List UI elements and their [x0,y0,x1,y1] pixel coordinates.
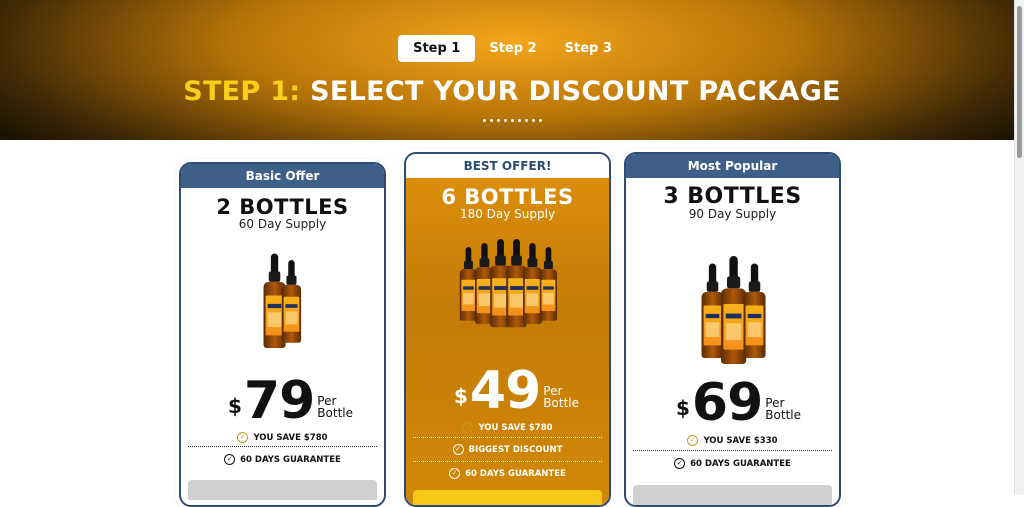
price-per-bottle: Per Bottle [543,384,579,410]
product-image [181,253,384,356]
divider [413,461,602,462]
package-supply: 90 Day Supply [688,207,777,221]
card-header: Basic Offer [181,164,384,188]
currency-symbol: $ [228,394,242,418]
product-image [626,246,839,366]
buy-now-button[interactable] [188,480,377,500]
price-amount: 49 [469,361,541,421]
scrollbar-thumb[interactable] [1017,6,1022,158]
check-circle-icon: ✓ [674,458,686,469]
price-amount: 69 [691,373,763,433]
guarantee-line: ✓ 60 DAYS GUARANTEE [406,468,609,479]
check-circle-icon: ✓ [462,422,474,433]
package-supply: 60 Day Supply [238,217,327,231]
package-title: 2 BOTTLES [216,195,349,219]
divider [413,437,602,438]
card-header: Most Popular [626,154,839,178]
package-card-popular[interactable]: Most Popular 3 BOTTLES 90 Day Supply $ 6… [624,152,841,507]
discount-line: ✓ BIGGEST DISCOUNT [406,444,609,455]
divider [633,450,832,451]
tab-step-3[interactable]: Step 3 [551,35,626,62]
price: $ 69 Per Bottle [676,373,801,433]
guarantee-line: ✓ 60 DAYS GUARANTEE [181,454,384,465]
guarantee-line: ✓ 60 DAYS GUARANTEE [626,458,839,469]
bottle-icon [281,260,302,352]
page-title-step: STEP 1: [183,76,301,107]
package-card-best[interactable]: BEST OFFER! 6 BOTTLES 180 Day Supply $ 4… [404,152,611,507]
check-circle-icon: ✓ [237,432,249,443]
savings-line: ✓ YOU SAVE $780 [181,432,384,443]
savings-line: ✓ YOU SAVE $330 [626,435,839,446]
check-circle-icon: ✓ [224,454,236,465]
savings-line: ✓ YOU SAVE $780 [406,422,609,433]
bottle-icon [538,247,557,329]
price-per-bottle: Per Bottle [317,394,353,420]
page-title: STEP 1: SELECT YOUR DISCOUNT PACKAGE [0,76,1024,107]
buy-now-button[interactable] [413,490,602,505]
price: $ 49 Per Bottle [454,361,579,421]
hero-banner: Step 1 Step 2 Step 3 STEP 1: SELECT YOUR… [0,0,1024,140]
price-per-bottle: Per Bottle [765,396,801,422]
page-title-text: SELECT YOUR DISCOUNT PACKAGE [310,76,841,107]
card-body: 6 BOTTLES 180 Day Supply $ 49 Per Bottle … [406,178,609,505]
tab-step-1[interactable]: Step 1 [398,35,476,62]
price: $ 79 Per Bottle [228,371,353,431]
step-nav: Step 1 Step 2 Step 3 [0,35,1024,62]
dots-divider [0,119,1024,122]
currency-symbol: $ [676,396,690,420]
package-supply: 180 Day Supply [459,207,556,221]
product-image [406,238,609,338]
check-circle-icon: ✓ [449,468,461,479]
currency-symbol: $ [454,384,468,408]
card-header: BEST OFFER! [406,154,609,178]
package-title: 3 BOTTLES [663,184,802,209]
scrollbar[interactable] [1014,0,1024,495]
package-title: 6 BOTTLES [441,185,574,209]
bottle-icon [742,263,766,369]
divider [188,446,377,447]
tab-step-2[interactable]: Step 2 [475,35,550,62]
price-amount: 79 [243,371,315,431]
check-circle-icon: ✓ [452,444,464,455]
package-card-basic[interactable]: Basic Offer 2 BOTTLES 60 Day Supply $ 79… [179,162,386,507]
check-circle-icon: ✓ [687,435,699,446]
buy-now-button[interactable] [633,485,832,505]
